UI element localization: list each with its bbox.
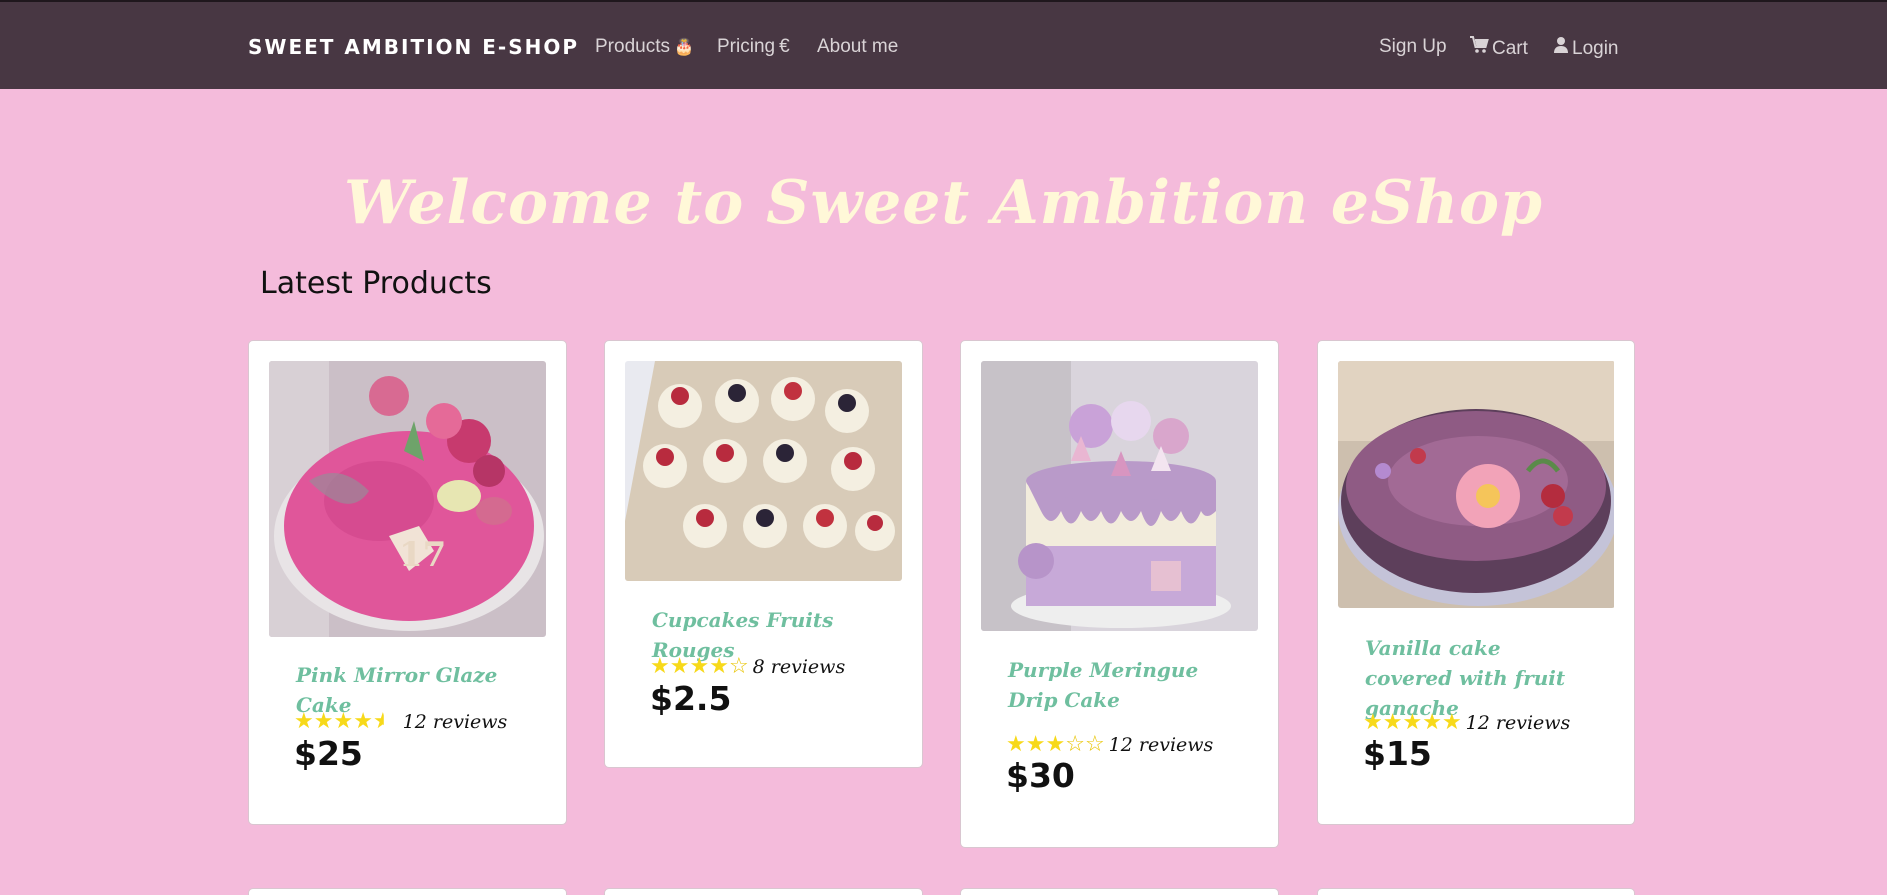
- nav-pricing-label: Pricing: [717, 36, 776, 57]
- nav-products-link[interactable]: Products 🎂: [595, 36, 694, 58]
- nav-about-label: About me: [817, 36, 899, 57]
- user-icon: [1553, 36, 1569, 60]
- star-full-icon: ★: [1045, 732, 1066, 757]
- star-full-icon: ★: [1363, 710, 1383, 735]
- product-rating: ★ ★ ★ ★ ☆ 8 reviews: [650, 656, 846, 679]
- product-price: $30: [1006, 756, 1075, 795]
- shopping-cart-icon: [1469, 36, 1489, 60]
- euro-icon: €: [779, 36, 790, 57]
- section-title: Latest Products: [260, 266, 492, 301]
- product-price: $2.5: [650, 679, 732, 718]
- product-image[interactable]: [1338, 361, 1615, 608]
- product-image[interactable]: [981, 361, 1258, 631]
- nav-cart-label: Cart: [1492, 38, 1528, 59]
- nav-login-link[interactable]: Login: [1553, 36, 1619, 60]
- star-full-icon: ★: [294, 709, 314, 734]
- star-rating: ★ ★ ★ ★ ★: [1363, 712, 1462, 734]
- star-rating: ★ ★ ★ ★ ☆: [650, 656, 749, 678]
- product-image[interactable]: 17: [269, 361, 546, 637]
- nav-signup-link[interactable]: Sign Up: [1379, 36, 1447, 58]
- review-count: 8 reviews: [752, 656, 846, 678]
- star-full-icon: ★: [1025, 732, 1046, 757]
- product-rating: ★ ★ ★ ☆ ☆ 12 reviews: [1006, 734, 1214, 757]
- product-rating: ★ ★ ★ ★ ★ 12 reviews: [1363, 712, 1571, 735]
- star-empty-icon: ☆: [1084, 732, 1105, 757]
- product-card[interactable]: [960, 888, 1279, 895]
- nav-about-link[interactable]: About me: [817, 36, 898, 58]
- star-empty-icon: ☆: [728, 654, 749, 679]
- product-card[interactable]: Vanilla cake covered with fruit ganache …: [1317, 340, 1635, 825]
- nav-products-label: Products: [595, 36, 670, 57]
- product-card[interactable]: Cupcakes Fruits Rouges ★ ★ ★ ★ ☆ 8 reviews $…: [604, 340, 923, 768]
- nav-signup-label: Sign Up: [1379, 36, 1447, 57]
- star-full-icon: ★: [353, 709, 373, 734]
- star-full-icon: ★: [1382, 710, 1403, 735]
- star-full-icon: ★: [709, 654, 729, 679]
- product-price: $25: [294, 734, 363, 773]
- nav-cart-link[interactable]: Cart: [1469, 36, 1528, 60]
- svg-text:17: 17: [399, 535, 446, 575]
- star-full-icon: ★: [1441, 710, 1462, 735]
- product-price: $15: [1363, 734, 1432, 773]
- birthday-cake-icon: 🎂: [673, 39, 694, 56]
- star-rating: ★ ★ ★ ★ ★: [294, 711, 393, 733]
- product-title[interactable]: Purple Meringue Drip Cake: [1008, 655, 1238, 715]
- star-empty-icon: ☆: [1065, 732, 1085, 757]
- product-card[interactable]: Purple Meringue Drip Cake ★ ★ ★ ☆ ☆ 12 revie…: [960, 340, 1279, 848]
- star-full-icon: ★: [1006, 732, 1026, 757]
- navbar: SWEET AMBITION E-SHOP Products 🎂 Pricing €…: [0, 0, 1887, 89]
- star-full-icon: ★: [689, 654, 710, 679]
- nav-login-label: Login: [1572, 38, 1619, 59]
- hero-title: Welcome to Sweet Ambition eShop: [343, 168, 1544, 238]
- product-card[interactable]: [248, 888, 567, 895]
- review-count: 12 reviews: [1465, 712, 1571, 734]
- review-count: 12 reviews: [402, 711, 508, 733]
- nav-pricing-link[interactable]: Pricing €: [717, 36, 790, 58]
- star-full-icon: ★: [669, 654, 690, 679]
- product-card[interactable]: 17 Pink Mirror Glaze Cake ★ ★ ★ ★ ★ 12 revie…: [248, 340, 567, 825]
- brand-logo[interactable]: SWEET AMBITION E-SHOP: [248, 35, 579, 59]
- product-card[interactable]: [1317, 888, 1635, 895]
- star-half-icon: ★: [372, 709, 393, 734]
- star-full-icon: ★: [1422, 710, 1442, 735]
- star-full-icon: ★: [1402, 710, 1423, 735]
- product-image[interactable]: [625, 361, 902, 581]
- star-full-icon: ★: [333, 709, 354, 734]
- product-rating: ★ ★ ★ ★ ★ 12 reviews: [294, 711, 508, 734]
- product-card[interactable]: [604, 888, 923, 895]
- review-count: 12 reviews: [1108, 734, 1214, 756]
- star-full-icon: ★: [313, 709, 334, 734]
- star-full-icon: ★: [650, 654, 670, 679]
- star-rating: ★ ★ ★ ☆ ☆: [1006, 734, 1105, 756]
